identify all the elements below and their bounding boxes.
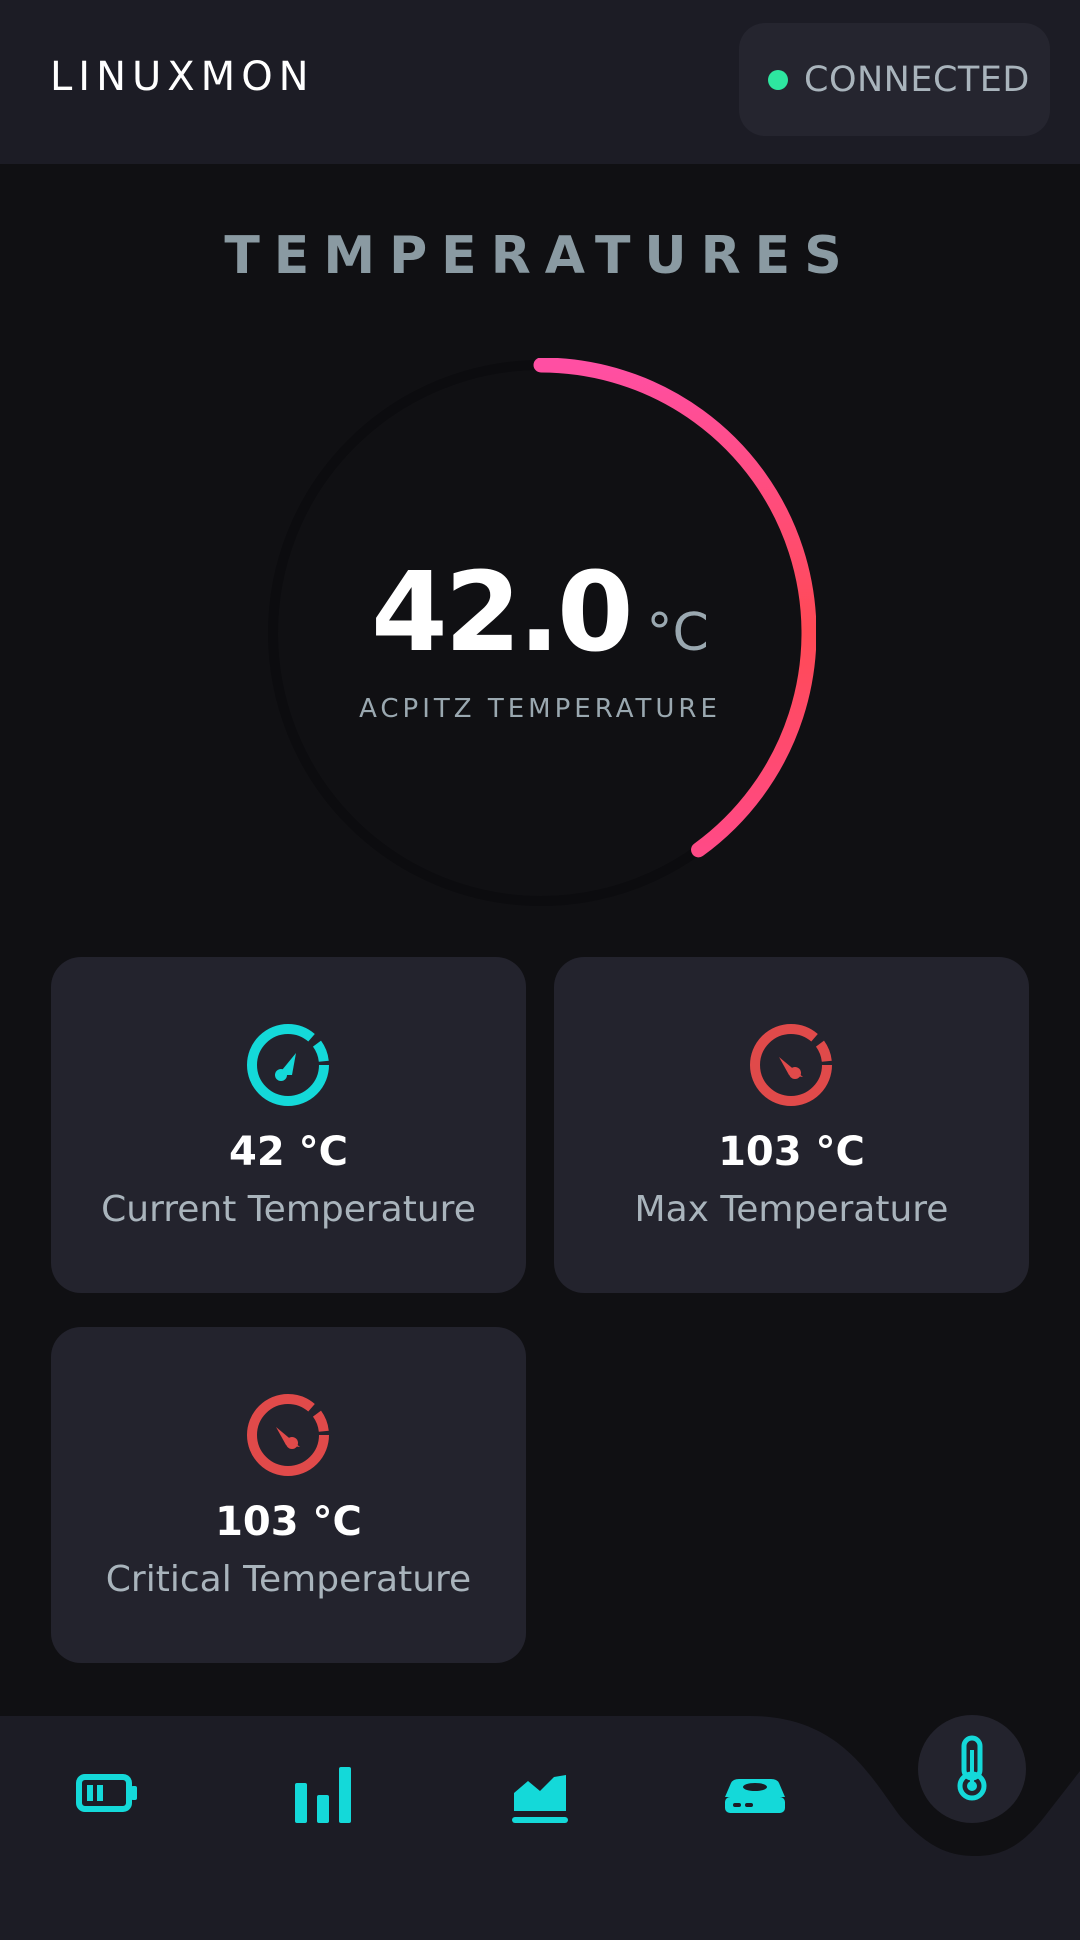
app-header: LINUXMON CONNECTED xyxy=(0,0,1080,164)
critical-temperature-label: Critical Temperature xyxy=(105,1559,472,1600)
card-max-temperature[interactable]: 103 °C Max Temperature xyxy=(554,957,1029,1293)
disk-drive-icon xyxy=(725,1779,785,1813)
nav-temperature-button[interactable] xyxy=(918,1715,1026,1823)
app-title: LINUXMON xyxy=(50,54,315,100)
nav-statistics-button[interactable] xyxy=(283,1753,363,1833)
nav-history-button[interactable] xyxy=(500,1753,580,1833)
critical-temperature-value: 103 °C xyxy=(215,1499,362,1545)
card-current-temperature[interactable]: 42 °C Current Temperature xyxy=(51,957,526,1293)
gauge-value: 42.0 xyxy=(371,548,633,676)
max-temperature-value: 103 °C xyxy=(718,1129,865,1175)
area-chart-icon xyxy=(512,1775,568,1823)
page-title: TEMPERATURES xyxy=(224,226,856,286)
connection-status-badge[interactable]: CONNECTED xyxy=(739,23,1050,136)
max-temperature-label: Max Temperature xyxy=(634,1189,949,1230)
connection-status-label: CONNECTED xyxy=(804,59,1030,100)
nav-disk-button[interactable] xyxy=(715,1753,795,1833)
current-temperature-value: 42 °C xyxy=(229,1129,348,1175)
nav-battery-button[interactable] xyxy=(67,1753,147,1833)
gauge-label: ACPITZ TEMPERATURE xyxy=(359,694,721,724)
card-critical-temperature[interactable]: 103 °C Critical Temperature xyxy=(51,1327,526,1663)
speedometer-icon xyxy=(750,1024,832,1106)
battery-icon xyxy=(76,1774,137,1812)
gauge-unit: °C xyxy=(646,603,709,663)
current-temperature-label: Current Temperature xyxy=(101,1189,476,1230)
speedometer-icon xyxy=(247,1024,329,1106)
speedometer-icon xyxy=(247,1394,329,1476)
status-dot-icon xyxy=(768,69,788,90)
thermometer-icon xyxy=(957,1735,987,1801)
gauge-reading: 42.0 °C xyxy=(0,548,1080,676)
bar-chart-icon xyxy=(295,1767,351,1823)
